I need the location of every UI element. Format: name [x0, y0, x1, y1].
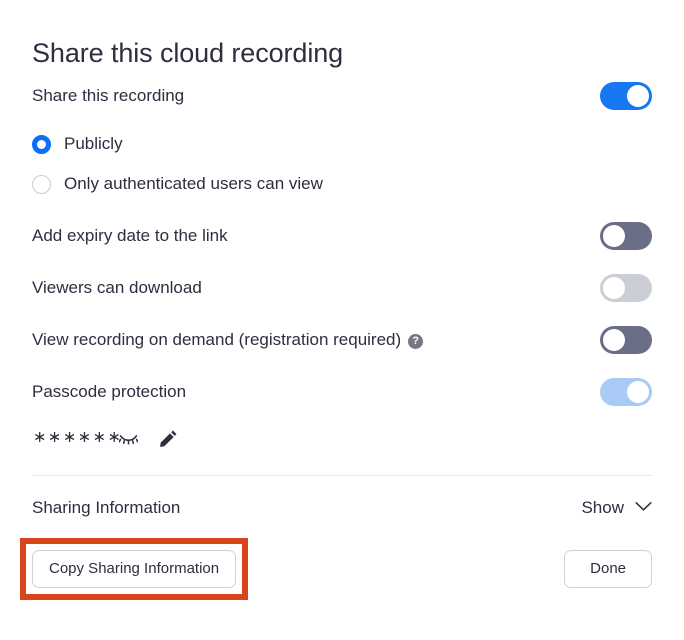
toggle-add-expiry-date[interactable] [600, 222, 652, 250]
done-button[interactable]: Done [564, 550, 652, 588]
pencil-icon[interactable] [151, 423, 185, 453]
share-cloud-recording-dialog: Share this cloud recording Share this re… [0, 0, 684, 640]
setting-row-share-this-recording: Share this recording [32, 70, 652, 122]
divider [32, 475, 652, 476]
toggle-view-on-demand[interactable] [600, 326, 652, 354]
eye-off-icon[interactable] [111, 423, 145, 453]
toggle-viewers-can-download[interactable] [600, 274, 652, 302]
radio-icon-authenticated[interactable] [32, 174, 51, 194]
radio-label-publicly: Publicly [64, 134, 123, 153]
setting-row-add-expiry-date: Add expiry date to the link [32, 210, 652, 262]
page-title: Share this cloud recording [32, 38, 344, 68]
sharing-information-row: Sharing Information Show [32, 480, 652, 536]
setting-label-add-expiry-date: Add expiry date to the link [32, 226, 228, 245]
setting-label-view-on-demand: View recording on demand (registration r… [32, 329, 424, 351]
setting-label-text: View recording on demand (registration r… [32, 330, 402, 349]
radio-icon-publicly[interactable] [32, 134, 51, 154]
dialog-footer: Copy Sharing Information Done [20, 538, 652, 600]
passcode-masked-value: ∗∗∗∗∗∗ [33, 429, 123, 446]
toggle-knob [603, 277, 625, 299]
sharing-information-title: Sharing Information [32, 498, 181, 517]
toggle-knob [603, 329, 625, 351]
show-sharing-information-toggle[interactable]: Show [581, 497, 652, 519]
setting-row-view-on-demand: View recording on demand (registration r… [32, 314, 652, 366]
toggle-knob [603, 225, 625, 247]
toggle-share-this-recording[interactable] [600, 82, 652, 110]
toggle-knob [627, 85, 649, 107]
access-radio-group: Publicly Only authenticated users can vi… [32, 122, 652, 210]
copy-sharing-information-button[interactable]: Copy Sharing Information [32, 550, 237, 588]
setting-row-viewers-can-download: Viewers can download [32, 262, 652, 314]
setting-label-passcode-protection: Passcode protection [32, 382, 187, 401]
radio-option-publicly[interactable]: Publicly [32, 124, 652, 164]
setting-row-passcode-protection: Passcode protection [32, 366, 652, 418]
setting-label-viewers-can-download: Viewers can download [32, 278, 202, 297]
radio-option-authenticated[interactable]: Only authenticated users can view [32, 164, 652, 204]
toggle-passcode-protection[interactable] [600, 378, 652, 406]
show-label: Show [581, 498, 624, 517]
help-icon[interactable]: ? [408, 333, 424, 349]
toggle-knob [627, 381, 649, 403]
passcode-value-row: ∗∗∗∗∗∗ [32, 418, 652, 458]
setting-label-share-this-recording: Share this recording [32, 86, 185, 105]
chevron-down-icon [635, 499, 652, 517]
copy-button-wrapper: Copy Sharing Information [20, 538, 249, 600]
radio-label-authenticated: Only authenticated users can view [64, 174, 323, 193]
